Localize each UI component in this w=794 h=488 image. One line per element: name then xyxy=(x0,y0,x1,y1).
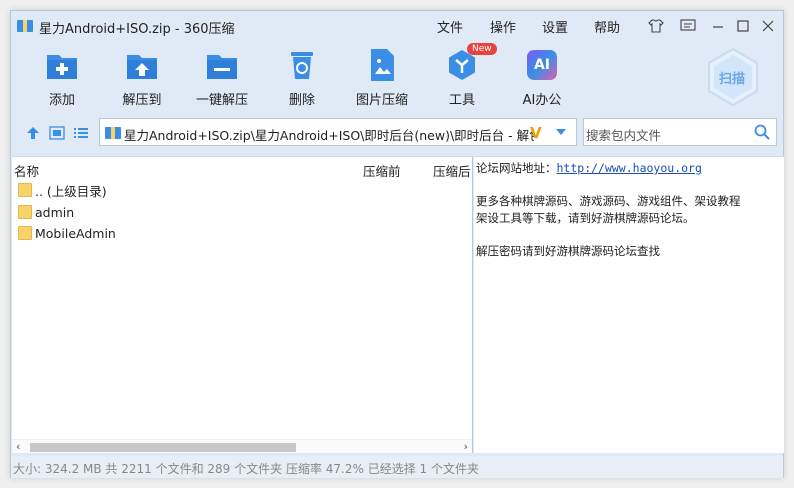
skin-icon[interactable] xyxy=(647,17,665,35)
extract-to-label: 解压到 xyxy=(122,93,162,108)
ai-office-label: AI办公 xyxy=(522,93,562,108)
address-bar: 星力Android+ISO.zip\星力Android+ISO\即时后台(new… xyxy=(11,118,783,148)
search-box[interactable]: 搜索包内文件 xyxy=(583,118,777,146)
one-click-extract-icon xyxy=(204,47,240,83)
site-label: 论坛网站地址： xyxy=(476,161,557,175)
scroll-left-icon[interactable]: ‹ xyxy=(16,440,20,453)
status-bar: 大小: 324.2 MB 共 2211 个文件和 289 个文件夹 压缩率 47… xyxy=(11,456,783,478)
path-field[interactable]: 星力Android+ISO.zip\星力Android+ISO\即时后台(new… xyxy=(99,118,577,146)
view-thumbnail-icon[interactable] xyxy=(49,126,65,140)
delete-icon xyxy=(284,47,320,83)
image-compress-label: 图片压缩 xyxy=(355,93,408,108)
ai-office-button[interactable]: AI AI办公 xyxy=(507,47,577,109)
window-title: 星力Android+ISO.zip - 360压缩 xyxy=(39,22,235,37)
list-item[interactable]: admin xyxy=(18,202,74,222)
archive-file-icon xyxy=(105,127,121,139)
view-list-icon[interactable] xyxy=(73,126,89,140)
file-name: MobileAdmin xyxy=(35,225,116,241)
column-original-size[interactable]: 压缩前 xyxy=(363,161,401,180)
minimize-icon[interactable] xyxy=(709,17,727,35)
site-link[interactable]: http://www.haoyou.org xyxy=(557,161,702,175)
ai-icon-text: AI xyxy=(527,50,557,80)
menu-settings[interactable]: 设置 xyxy=(542,17,568,36)
scan-label: 扫描 xyxy=(719,72,746,87)
search-input[interactable]: 搜索包内文件 xyxy=(586,125,661,144)
archive-comment-pane: 论坛网站地址：http://www.haoyou.org 更多各种棋牌源码、游戏… xyxy=(474,156,784,453)
delete-button[interactable]: 删除 xyxy=(267,47,337,109)
maximize-icon[interactable] xyxy=(734,17,752,35)
chevron-icon: V xyxy=(530,124,542,142)
tools-button[interactable]: New 工具 xyxy=(427,43,497,109)
scan-button[interactable]: 扫描 xyxy=(705,47,761,107)
folder-icon xyxy=(18,226,32,240)
file-list: 名称 压缩前 压缩后 .. (上级目录) admin MobileAdmin ‹… xyxy=(12,156,473,453)
folder-icon xyxy=(18,183,32,197)
info-line: 更多各种棋牌源码、游戏源码、游戏组件、架设教程 xyxy=(476,194,741,208)
add-icon xyxy=(44,47,80,83)
menu-operation[interactable]: 操作 xyxy=(490,17,516,36)
one-click-extract-label: 一键解压 xyxy=(195,93,248,108)
new-badge: New xyxy=(467,43,497,55)
file-name: admin xyxy=(35,204,75,220)
column-name[interactable]: 名称 xyxy=(14,161,39,180)
feedback-icon[interactable] xyxy=(679,17,697,35)
menu-file[interactable]: 文件 xyxy=(437,17,463,36)
folder-icon xyxy=(18,205,32,219)
file-name: .. (上级目录) xyxy=(35,183,107,199)
close-icon[interactable] xyxy=(759,17,777,35)
extract-to-button[interactable]: 解压到 xyxy=(107,47,177,109)
up-arrow-icon[interactable] xyxy=(25,126,41,140)
horizontal-scrollbar[interactable]: ‹ › xyxy=(12,439,472,453)
app-window: 星力Android+ISO.zip - 360压缩 文件 操作 设置 帮助 添加 xyxy=(10,10,784,478)
list-item[interactable]: MobileAdmin xyxy=(18,223,116,243)
extract-to-icon xyxy=(124,47,160,83)
list-item[interactable]: .. (上级目录) xyxy=(18,180,107,200)
add-button[interactable]: 添加 xyxy=(27,47,97,109)
site-line: 论坛网站地址：http://www.haoyou.org xyxy=(476,160,702,176)
info-line: 架设工具等下载，请到好游棋牌源码论坛。 xyxy=(476,211,695,225)
delete-label: 删除 xyxy=(288,93,315,108)
scroll-right-icon[interactable]: › xyxy=(464,440,468,453)
scrollbar-thumb[interactable] xyxy=(30,443,296,452)
ai-office-icon: AI xyxy=(524,47,560,83)
menu-help[interactable]: 帮助 xyxy=(594,17,620,36)
tools-label: 工具 xyxy=(448,93,475,108)
status-text: 大小: 324.2 MB 共 2211 个文件和 289 个文件夹 压缩率 47… xyxy=(13,462,479,476)
add-label: 添加 xyxy=(48,93,75,108)
title-bar: 星力Android+ISO.zip - 360压缩 文件 操作 设置 帮助 xyxy=(11,11,783,41)
info-line: 解压密码请到好游棋牌源码论坛查找 xyxy=(476,244,660,258)
path-text: 星力Android+ISO.zip\星力Android+ISO\即时后台(new… xyxy=(124,128,534,143)
toolbar: 添加 解压到 一键解压 删除 图片压缩 New 工具 AI AI办公 xyxy=(11,43,783,113)
image-compress-icon xyxy=(364,47,400,83)
one-click-extract-button[interactable]: 一键解压 xyxy=(187,47,257,109)
archive-app-icon xyxy=(17,20,33,32)
image-compress-button[interactable]: 图片压缩 xyxy=(347,47,417,109)
search-icon[interactable] xyxy=(754,124,770,140)
path-dropdown-icon[interactable] xyxy=(556,129,566,135)
column-compressed-size[interactable]: 压缩后 xyxy=(433,161,471,180)
